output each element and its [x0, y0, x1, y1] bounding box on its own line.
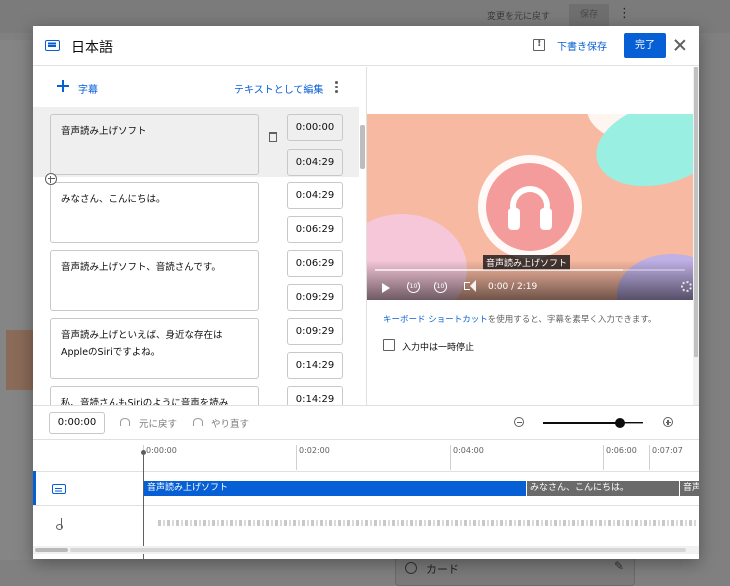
- volume-icon[interactable]: [464, 280, 476, 292]
- pause-while-typing-label: 入力中は一時停止: [402, 343, 475, 353]
- forward-icon[interactable]: 10: [434, 280, 447, 293]
- play-icon[interactable]: [382, 283, 390, 293]
- zoom-out-icon[interactable]: [514, 417, 524, 427]
- cue-text-field[interactable]: 音声読み上げといえば、身近な存在はAppleのSiriですよね。: [50, 318, 259, 379]
- zoom-slider-rest: [623, 422, 643, 424]
- subtitle-editor-panel: 字幕 テキストとして編集 音声読み上げソフト 0:00:00 0:04:29 み…: [33, 67, 367, 405]
- done-button[interactable]: 完了: [624, 33, 666, 58]
- audio-waveform: [158, 520, 698, 526]
- background-card-label: カード: [426, 563, 459, 576]
- ruler-label: 0:07:07: [652, 446, 683, 455]
- more-options-icon[interactable]: [335, 81, 339, 93]
- plus-icon[interactable]: [57, 80, 69, 92]
- undo-icon[interactable]: [120, 418, 130, 426]
- cue-row: 私、音読さんもSiriのように音声を読み 0:14:29: [33, 381, 359, 405]
- keyboard-shortcut-link[interactable]: キーボード ショートカット: [383, 315, 488, 325]
- cue-start-time[interactable]: 0:00:00: [287, 114, 343, 141]
- redo-button[interactable]: やり直す: [211, 416, 249, 430]
- panel-scrollbar-thumb[interactable]: [694, 67, 698, 357]
- cue-list-scrollbar[interactable]: [360, 125, 365, 169]
- save-draft-button[interactable]: 下書き保存: [557, 38, 607, 53]
- caption-overlay: 音声読み上げソフト: [483, 255, 571, 270]
- zoom-in-icon[interactable]: [663, 417, 673, 427]
- pencil-icon: ✎: [614, 559, 625, 573]
- video-preview-panel: 音声読み上げソフト 10 10 0:00 / 2:19 キーボード ショートカッ…: [367, 67, 699, 405]
- subtitles-icon: [45, 40, 60, 51]
- cue-row: 音声読み上げといえば、身近な存在はAppleのSiriですよね。 0:09:29…: [33, 313, 359, 381]
- cue-end-time[interactable]: 0:09:29: [287, 284, 343, 311]
- background-save-button: 保存: [569, 4, 609, 26]
- rewind-icon[interactable]: 10: [407, 280, 420, 293]
- subtitles-track-icon: [52, 484, 66, 494]
- video-player[interactable]: 音声読み上げソフト 10 10 0:00 / 2:19: [367, 114, 693, 300]
- dialog-title: 日本語: [71, 40, 113, 56]
- timeline-scrollbar-bar[interactable]: [70, 548, 686, 552]
- settings-icon[interactable]: [681, 281, 692, 292]
- redo-icon[interactable]: [193, 418, 203, 426]
- feedback-icon[interactable]: [533, 38, 545, 51]
- headphones-icon: [508, 186, 552, 232]
- cue-text-field[interactable]: 私、音読さんもSiriのように音声を読み: [50, 386, 259, 405]
- cue-row: みなさん、こんにちは。 0:04:29 0:06:29: [33, 177, 359, 245]
- cue-text-field[interactable]: 音声読み上げソフト、音読さんです。: [50, 250, 259, 311]
- dialog-header: 日本語 下書き保存 完了: [33, 26, 699, 66]
- cue-start-time[interactable]: 0:09:29: [287, 318, 343, 345]
- pause-while-typing-checkbox[interactable]: [383, 339, 395, 351]
- background-more-icon: ⋮: [618, 6, 631, 21]
- cue-list: 音声読み上げソフト 0:00:00 0:04:29 みなさん、こんにちは。 0:…: [33, 107, 359, 405]
- subtitle-segment[interactable]: 音声: [680, 481, 699, 496]
- card-info-icon: [405, 562, 417, 574]
- progress-buffered: [375, 269, 623, 271]
- cue-end-time[interactable]: 0:04:29: [287, 149, 343, 176]
- timeline-scrollbar-thumb[interactable]: [35, 548, 68, 552]
- cue-row: 音声読み上げソフト 0:00:00 0:04:29: [33, 107, 359, 177]
- current-time-field[interactable]: 0:00:00: [49, 412, 105, 434]
- close-icon[interactable]: [673, 38, 687, 52]
- progress-bar[interactable]: [375, 269, 685, 271]
- subtitle-segment[interactable]: 音声読み上げソフト: [144, 481, 526, 496]
- timeline-toolbar: 0:00:00 元に戻す やり直す: [33, 405, 699, 439]
- shortcut-hint: キーボード ショートカットを使用すると、字幕を素早く入力できます。: [383, 313, 657, 325]
- edit-as-text-button[interactable]: テキストとして編集: [234, 81, 323, 96]
- shortcut-hint-text: を使用すると、字幕を素早く入力できます。: [487, 315, 657, 325]
- ruler-label: 0:02:00: [299, 446, 330, 455]
- cue-start-time[interactable]: 0:06:29: [287, 250, 343, 277]
- background-thumbnail: [6, 330, 34, 390]
- time-display: 0:00 / 2:19: [488, 282, 538, 292]
- add-subtitle-button[interactable]: 字幕: [78, 81, 98, 96]
- subtitle-segment[interactable]: みなさん、こんにちは。: [527, 481, 679, 496]
- cue-end-time[interactable]: 0:06:29: [287, 216, 343, 243]
- playhead[interactable]: [143, 453, 144, 559]
- cue-end-time[interactable]: 0:14:29: [287, 352, 343, 379]
- background-panel: [0, 40, 36, 560]
- trash-icon[interactable]: [269, 132, 277, 142]
- ruler-label: 0:06:00: [606, 446, 637, 455]
- ruler-label: 0:00:00: [146, 446, 177, 455]
- zoom-slider-thumb[interactable]: [615, 418, 625, 428]
- background-undo-changes: 変更を元に戻す: [487, 12, 551, 22]
- music-note-icon: [55, 518, 63, 530]
- cue-start-time[interactable]: 0:04:29: [287, 182, 343, 209]
- cue-text-field[interactable]: 音声読み上げソフト: [50, 114, 259, 175]
- undo-button[interactable]: 元に戻す: [139, 416, 177, 430]
- active-track-marker: [33, 471, 36, 505]
- cue-start-time[interactable]: 0:14:29: [287, 386, 343, 405]
- ruler-label: 0:04:00: [453, 446, 484, 455]
- insert-cue-icon[interactable]: [45, 173, 57, 185]
- cue-text-field[interactable]: みなさん、こんにちは。: [50, 182, 259, 243]
- cue-row: 音声読み上げソフト、音読さんです。 0:06:29 0:09:29: [33, 245, 359, 313]
- timeline-ruler: 0:00:00 0:02:00 0:04:00 0:06:00 0:07:07: [33, 439, 699, 471]
- subtitle-editor-dialog: 日本語 下書き保存 完了 字幕 テキストとして編集 音声読み上げソフト 0:00…: [33, 26, 699, 559]
- editor-toolbar: 字幕 テキストとして編集: [33, 67, 367, 107]
